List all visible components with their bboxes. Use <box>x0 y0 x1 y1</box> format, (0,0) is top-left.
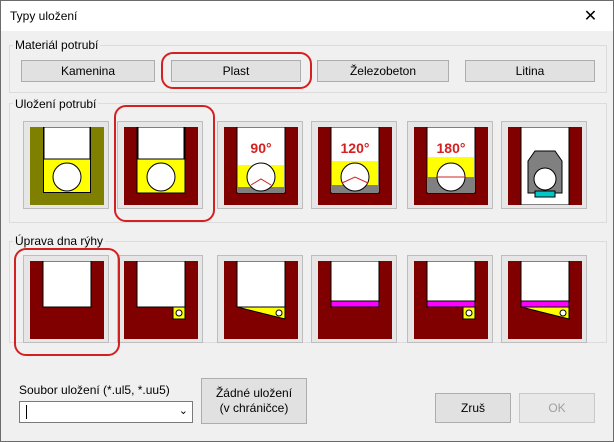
bedding-option-1[interactable] <box>23 121 109 209</box>
no-bedding-button[interactable]: Žádné uložení (v chráničce) <box>201 378 307 424</box>
trench-option-6[interactable] <box>501 255 587 343</box>
file-label: Soubor uložení (*.ul5, *.uu5) <box>19 383 170 397</box>
bedding-option-180[interactable]: 180° <box>407 121 493 209</box>
trench-2-icon <box>124 261 198 339</box>
bedding-90-icon: 90° <box>224 127 298 205</box>
bedding-option-90[interactable]: 90° <box>217 121 303 209</box>
angle-180-label: 180° <box>437 140 466 156</box>
angle-120-label: 120° <box>341 140 370 156</box>
highlight-bedding <box>114 105 215 222</box>
title-bar: Typy uložení ✕ <box>1 1 613 31</box>
casing-pipe-icon <box>508 127 582 205</box>
no-bedding-line-1: Žádné uložení <box>215 386 293 400</box>
trench-option-3[interactable] <box>217 255 303 343</box>
chevron-down-icon[interactable]: ⌄ <box>179 404 188 417</box>
material-litina-button[interactable]: Litina <box>465 60 595 82</box>
trench-3-icon <box>224 261 298 339</box>
material-zelezobeton-button[interactable]: Železobeton <box>317 60 449 82</box>
bedding-1-icon <box>30 127 104 205</box>
trench-option-2[interactable] <box>117 255 203 343</box>
bedding-option-casing[interactable] <box>501 121 587 209</box>
bedding-option-120[interactable]: 120° <box>311 121 397 209</box>
trench-group-label: Úprava dna rýhy <box>13 234 106 248</box>
bedding-180-icon: 180° <box>414 127 488 205</box>
material-kamenina-button[interactable]: Kamenina <box>21 60 155 82</box>
bedding-120-icon: 120° <box>318 127 392 205</box>
trench-option-4[interactable] <box>311 255 397 343</box>
trench-4-icon <box>318 261 392 339</box>
angle-90-label: 90° <box>250 140 271 156</box>
ok-button[interactable]: OK <box>519 393 595 423</box>
cancel-button[interactable]: Zruš <box>435 393 511 423</box>
highlight-plast <box>161 52 312 89</box>
trench-5-icon <box>414 261 488 339</box>
file-combobox[interactable]: ⌄ <box>19 401 193 423</box>
highlight-trench <box>14 248 120 356</box>
bedding-group-label: Uložení potrubí <box>13 97 99 111</box>
trench-6-icon <box>508 261 582 339</box>
dialog-window: Typy uložení ✕ Materiál potrubí Kamenina… <box>0 0 614 442</box>
text-caret <box>26 405 27 419</box>
window-title: Typy uložení <box>10 9 78 23</box>
trench-option-5[interactable] <box>407 255 493 343</box>
no-bedding-line-2: (v chráničce) <box>219 401 289 415</box>
close-icon[interactable]: ✕ <box>568 1 613 31</box>
material-group-label: Materiál potrubí <box>13 38 101 52</box>
